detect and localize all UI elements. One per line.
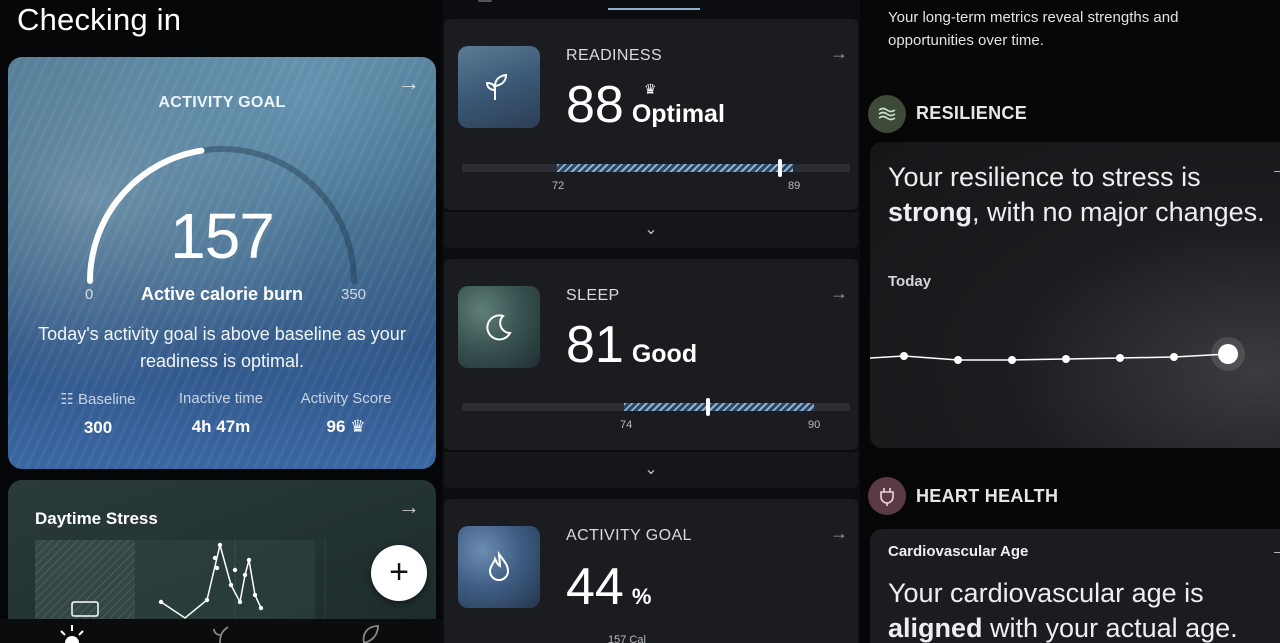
stress-title: Daytime Stress [35, 509, 158, 528]
activity-description: Today's activity goal is above baseline … [38, 324, 406, 371]
flame-icon [488, 551, 510, 581]
tab-indicator-active[interactable] [608, 8, 700, 10]
heart-health-icon [868, 477, 906, 515]
intro-text: Your long-term metrics reveal strengths … [888, 9, 1179, 49]
today-label: Today [888, 273, 932, 290]
arrow-right-icon[interactable]: → [830, 43, 848, 64]
stat-baseline: ☷ Baseline 300 [38, 390, 158, 438]
stat-inactive-time: Inactive time 4h 47m [158, 390, 284, 437]
crown-icon: ♛ [644, 81, 657, 97]
arrow-right-icon[interactable]: → [398, 70, 420, 96]
trends-panel: Your long-term metrics reveal strengths … [860, 0, 1280, 643]
metric-label: ACTIVITY GOAL [566, 527, 692, 544]
heart-health-title: HEART HEALTH [916, 486, 1059, 506]
crown-icon: ♛ [350, 417, 366, 436]
chevron-down-icon[interactable]: ⌄ [644, 461, 657, 478]
range-low-label: 72 [552, 180, 565, 192]
readiness-thumbnail [458, 46, 540, 128]
daytime-stress-card[interactable]: → Daytime Stress [8, 480, 436, 620]
range-high-label: 89 [788, 180, 801, 192]
resilience-summary: Your resilience to stress is strong, wit… [888, 162, 1265, 227]
stat-value: 4h 47m [191, 417, 251, 436]
tab-indicator-inactive[interactable] [478, 0, 492, 2]
cardiovascular-age-card[interactable]: → Cardiovascular Age Your cardiovascular… [870, 529, 1280, 643]
activity-thumbnail [458, 526, 540, 608]
metric-status: Good [631, 340, 698, 368]
activity-sub-label: 157 Cal [608, 634, 646, 643]
arrow-right-icon[interactable]: → [398, 494, 420, 520]
metric-value: 88 [566, 76, 624, 134]
resilience-card[interactable]: → Your resilience to stress is strong, w… [870, 142, 1280, 448]
stat-value: 96 [326, 417, 346, 436]
activity-value: 157 [170, 200, 275, 272]
range-low-label: 74 [620, 419, 633, 431]
sun-icon[interactable] [58, 623, 86, 643]
activity-goal-metric-card[interactable]: ACTIVITY GOAL → 44% 157 Cal [444, 499, 858, 643]
metric-status: Optimal [631, 100, 725, 128]
today-marker [1218, 344, 1238, 364]
sleep-range-bar [462, 398, 850, 416]
metric-label: SLEEP [566, 287, 620, 304]
sleep-thumbnail [458, 286, 540, 368]
resilience-title: RESILIENCE [916, 103, 1028, 123]
home-panel: Checking in → ACTIVITY GOAL 157 0 350 Ac… [0, 0, 442, 643]
gauge-caption: Active calorie burn [140, 284, 304, 304]
screen-title: Checking in [17, 2, 182, 37]
metric-unit: % [631, 584, 652, 609]
arrow-right-icon[interactable]: → [830, 283, 848, 304]
readiness-range-bar [462, 159, 850, 177]
chevron-down-icon[interactable]: ⌄ [644, 221, 657, 238]
sliders-icon: ☷ [60, 391, 79, 408]
arrow-right-icon[interactable]: → [1270, 539, 1280, 562]
stat-activity-score: Activity Score 96 ♛ [286, 390, 406, 437]
resilience-icon [868, 95, 906, 133]
sprout-icon [485, 73, 508, 100]
activity-goal-card[interactable]: → ACTIVITY GOAL 157 0 350 Active calorie… [8, 57, 436, 469]
leaf-icon[interactable] [358, 623, 382, 643]
arrow-right-icon[interactable]: → [1270, 158, 1280, 181]
metric-label: READINESS [566, 47, 663, 64]
readiness-card[interactable]: READINESS → 88 Optimal ♛ 72 89 [444, 19, 858, 210]
expand-sleep[interactable]: ⌄ [444, 452, 858, 488]
sprout-icon[interactable] [212, 623, 236, 643]
range-marker [706, 398, 710, 416]
activity-goal-title: ACTIVITY GOAL [158, 94, 286, 111]
arrow-right-icon[interactable]: → [830, 523, 848, 544]
resilience-trend-chart [870, 337, 1245, 371]
stat-label: Baseline [78, 391, 136, 408]
cardiovascular-summary: Your cardiovascular age is aligned with … [888, 578, 1238, 643]
cardiovascular-age-title: Cardiovascular Age [888, 543, 1029, 560]
range-marker [778, 159, 782, 177]
sleep-card[interactable]: SLEEP → 81 Good 74 90 [444, 259, 858, 450]
stat-label: Inactive time [178, 390, 264, 407]
bottom-nav [0, 619, 442, 643]
stat-label: Activity Score [300, 390, 392, 407]
metric-value: 81 [566, 316, 624, 374]
add-button[interactable]: + [371, 545, 427, 601]
today-panel: READINESS → 88 Optimal ♛ 72 89 ⌄ SLEEP → … [442, 0, 860, 643]
moon-icon [486, 314, 512, 341]
metric-value: 44 [566, 558, 624, 616]
expand-readiness[interactable]: ⌄ [444, 212, 858, 248]
stat-value: 300 [83, 418, 113, 437]
range-high-label: 90 [808, 419, 821, 431]
